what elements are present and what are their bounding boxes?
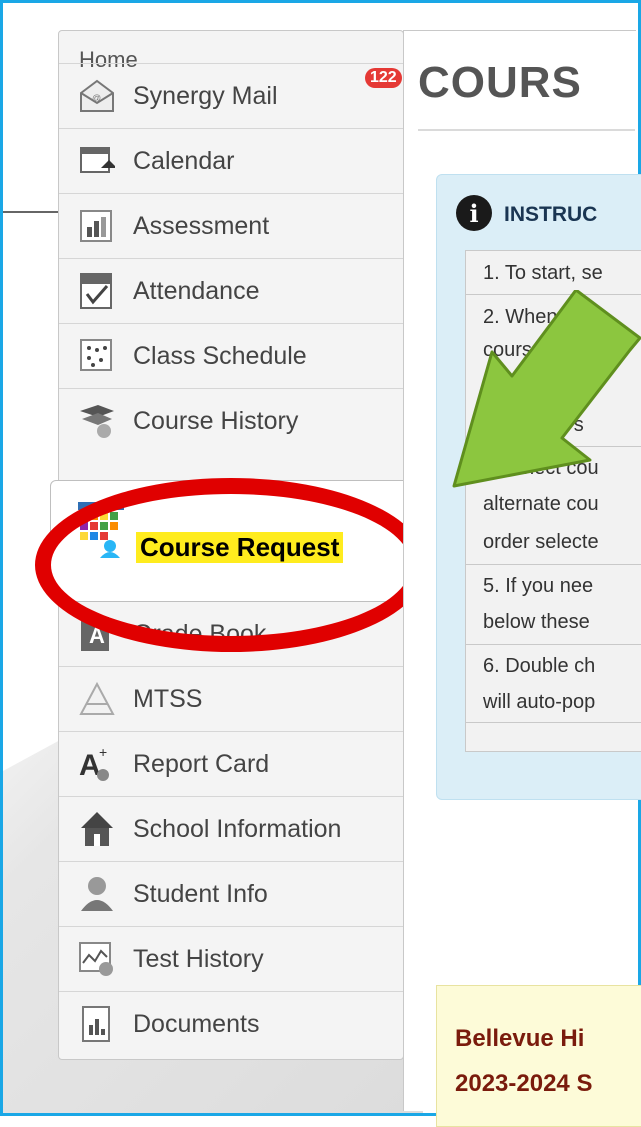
instructions-heading: INSTRUC bbox=[504, 203, 598, 226]
sidebar-item-student-info[interactable]: Student Info bbox=[59, 861, 403, 926]
step-6: 6. Double ch bbox=[483, 655, 596, 677]
sidebar-item-label: Report Card bbox=[133, 749, 270, 778]
page-title: COURS bbox=[418, 58, 582, 107]
school-year: 2023-2024 S bbox=[455, 1070, 593, 1097]
sidebar-item-course-history[interactable]: Course History bbox=[59, 388, 403, 453]
school-name: Bellevue Hi bbox=[455, 1025, 585, 1052]
sidebar-item-attendance[interactable]: Attendance bbox=[59, 258, 403, 323]
student-info-icon bbox=[77, 874, 117, 914]
sidebar-item-label: Course History bbox=[133, 406, 299, 435]
mail-count-badge: 122 bbox=[365, 68, 402, 88]
step-5-cont: below these bbox=[466, 603, 641, 645]
highlight-oval bbox=[35, 478, 427, 652]
info-icon: i bbox=[456, 195, 492, 231]
sidebar-item-mtss[interactable]: MTSS bbox=[59, 666, 403, 731]
sidebar-item-label: Calendar bbox=[133, 146, 235, 175]
sidebar-item-label: School Information bbox=[133, 814, 342, 843]
step-4-cont-2: order selecte bbox=[466, 523, 641, 565]
sidebar-item-label: Student Info bbox=[133, 879, 268, 908]
sidebar-item-report-card[interactable]: A + Report Card bbox=[59, 731, 403, 796]
attendance-icon bbox=[77, 271, 117, 311]
sidebar-item-school-information[interactable]: School Information bbox=[59, 796, 403, 861]
sidebar-item-label: Synergy Mail bbox=[133, 81, 278, 110]
sidebar-item-label: Attendance bbox=[133, 276, 260, 305]
course-history-icon bbox=[77, 401, 117, 441]
sidebar-item-label: MTSS bbox=[133, 684, 203, 713]
svg-text:+: + bbox=[99, 745, 107, 760]
class-schedule-icon bbox=[77, 336, 117, 376]
documents-icon bbox=[77, 1004, 117, 1044]
sidebar-item-assessment[interactable]: Assessment bbox=[59, 193, 403, 258]
school-info-icon bbox=[77, 809, 117, 849]
sidebar-item-class-schedule[interactable]: Class Schedule bbox=[59, 323, 403, 388]
test-history-icon bbox=[77, 939, 117, 979]
mtss-icon bbox=[77, 679, 117, 719]
step-5: 5. If you nee bbox=[483, 575, 594, 597]
step-6-cont: will auto-pop bbox=[466, 683, 641, 723]
sidebar-item-label: Assessment bbox=[133, 211, 270, 240]
sidebar-item-calendar[interactable]: Calendar bbox=[59, 128, 403, 193]
green-arrow bbox=[452, 290, 641, 488]
title-divider bbox=[418, 129, 635, 131]
sidebar-item-test-history[interactable]: Test History bbox=[59, 926, 403, 991]
sidebar-item-synergy-mail[interactable]: @ Synergy Mail 122 bbox=[59, 63, 403, 128]
sidebar-item-documents[interactable]: Documents bbox=[59, 991, 403, 1056]
sidebar-item-label: Documents bbox=[133, 1009, 260, 1038]
assessment-icon bbox=[77, 206, 117, 246]
mail-icon: @ bbox=[77, 76, 117, 116]
step-1: 1. To start, se bbox=[466, 251, 641, 295]
sidebar-item-label: Class Schedule bbox=[133, 341, 307, 370]
school-panel bbox=[436, 985, 641, 1127]
report-card-icon: A + bbox=[77, 744, 117, 784]
sidebar-item-label: Test History bbox=[133, 944, 264, 973]
svg-text:@: @ bbox=[92, 93, 101, 103]
calendar-icon bbox=[77, 141, 117, 181]
